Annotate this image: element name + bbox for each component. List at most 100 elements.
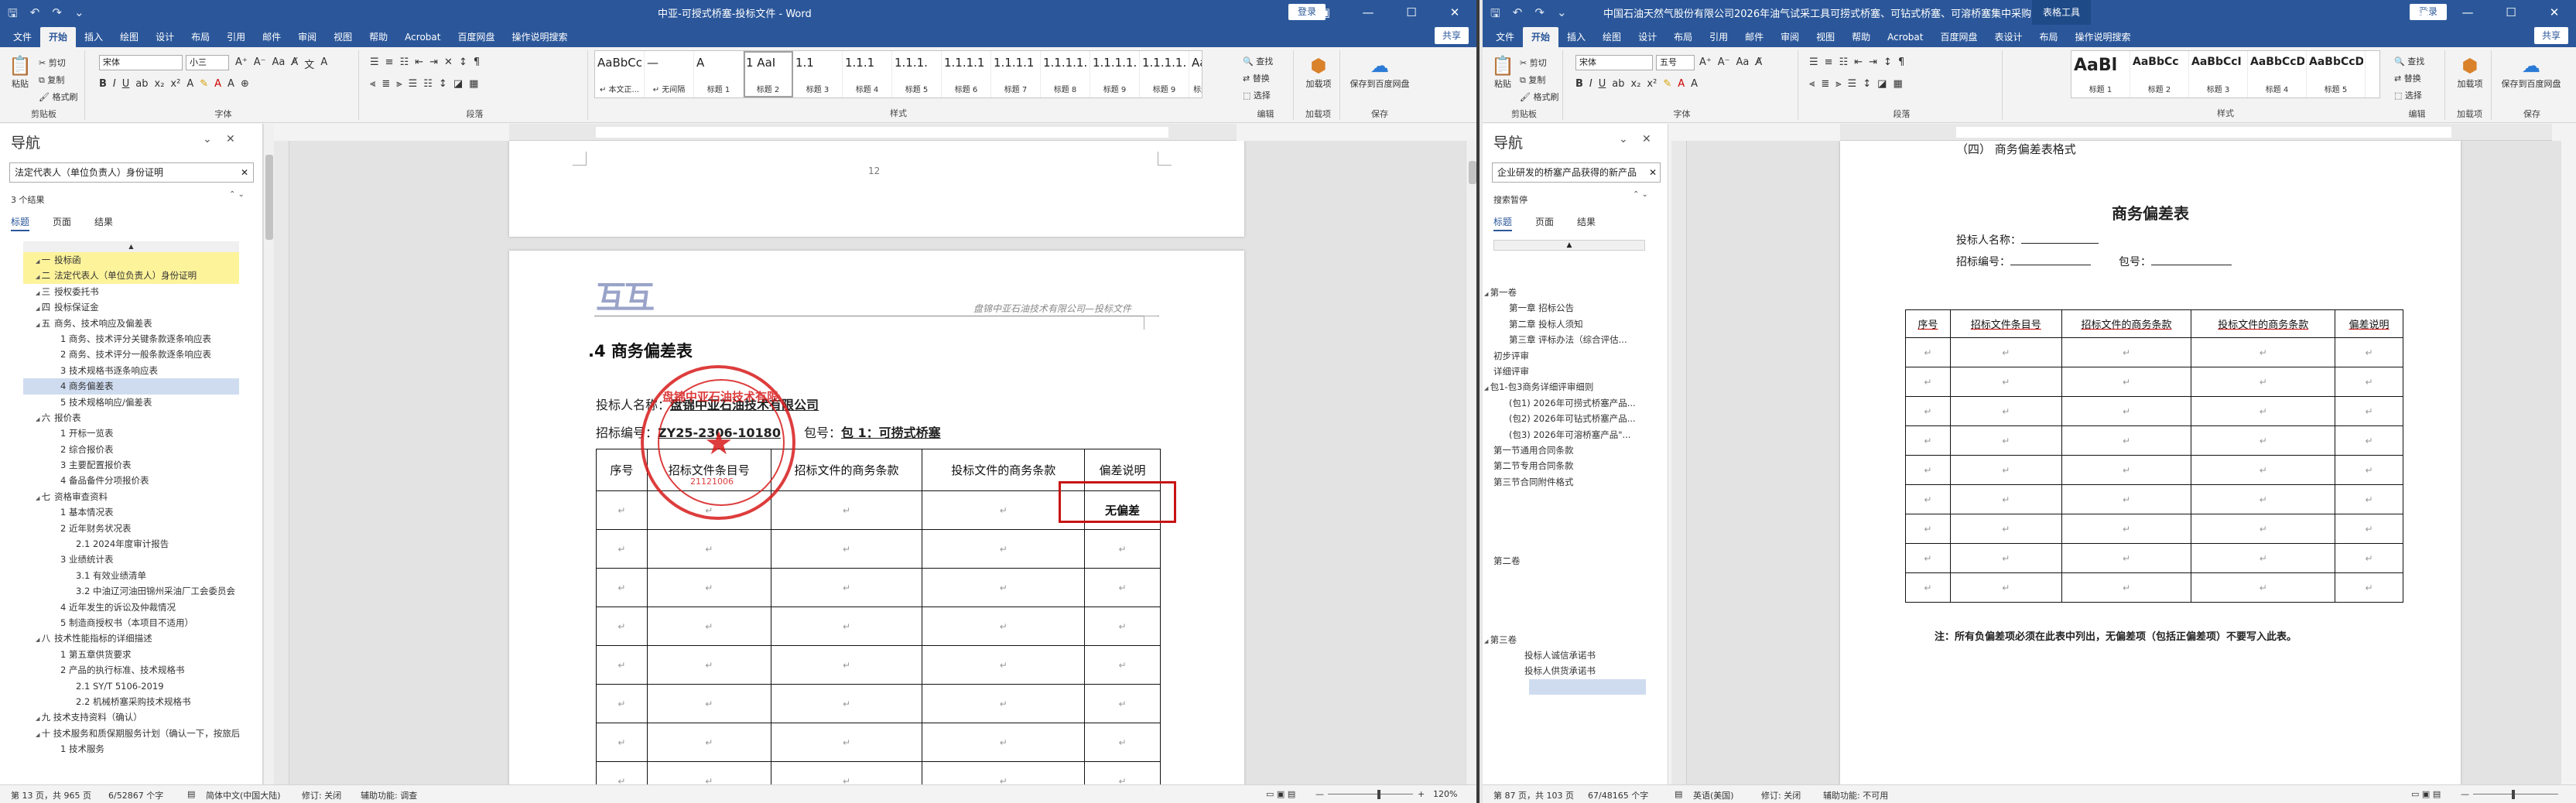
align-left-icon[interactable]: ⫷ [1809, 78, 1815, 90]
tab-12[interactable]: 百度网盘 [449, 27, 503, 47]
clear-format-icon[interactable]: A̸ [1755, 56, 1762, 68]
font-color-icon[interactable]: A [1678, 78, 1685, 90]
table-cell[interactable]: ↵ [2061, 514, 2192, 544]
format-painter-button[interactable]: 🖌 格式刷 [1520, 91, 1558, 103]
table-cell[interactable]: ↵ [922, 529, 1086, 569]
nav-item[interactable]: 2 综合报价表 [23, 442, 239, 457]
zoom-in-icon[interactable]: + [1418, 789, 1425, 799]
shrink-font-icon[interactable]: A⁻ [254, 56, 266, 71]
table-cell[interactable]: ↵ [2061, 367, 2192, 397]
border-icon[interactable]: ▦ [1893, 78, 1902, 90]
nav-item[interactable]: ◢ 第一卷 [1483, 285, 1668, 300]
expand-arrow-icon[interactable]: ◢ [36, 416, 42, 422]
ribbon-display-icon[interactable]: ▣ [2403, 0, 2446, 25]
header-cell[interactable]: 序号 [596, 449, 648, 491]
copy-button[interactable]: ⧉ 复制 [1520, 73, 1545, 86]
style-1[interactable]: AaBbCc 标题 2 [2130, 51, 2189, 97]
fill-icon[interactable]: ◪ [453, 78, 463, 90]
tab-2[interactable]: 插入 [1558, 27, 1594, 47]
expand-arrow-icon[interactable]: ◢ [36, 274, 42, 280]
table-cell[interactable]: ↵ [770, 529, 923, 569]
font-size-box[interactable]: 五号 [1656, 55, 1695, 70]
multilevel-icon[interactable]: ☷ [400, 56, 409, 68]
cut-button[interactable]: ✂ 剪切 [1520, 56, 1547, 69]
table-cell[interactable]: ↵ [922, 761, 1086, 784]
table-cell[interactable]: ↵ [1084, 761, 1161, 784]
expand-arrow-icon[interactable]: ◢ [36, 322, 42, 328]
nav-tab-2[interactable]: 结果 [94, 215, 113, 231]
maximize-icon[interactable]: ☐ [1390, 0, 1433, 25]
table-cell[interactable]: ↵ [770, 607, 923, 646]
table-cell[interactable]: ↵ [770, 568, 923, 607]
save-icon[interactable]: 🖫 [1490, 5, 1500, 25]
table-cell[interactable]: ↵ [2191, 514, 2336, 544]
sort-icon[interactable]: ↕ [1883, 56, 1892, 68]
align-left-icon[interactable]: ⫷ [370, 78, 375, 90]
change-case-icon[interactable]: Aa [1736, 56, 1750, 68]
save-baidu-button[interactable]: ☁ 保存到百度网盘 [1346, 55, 1413, 89]
nav-item[interactable] [1529, 678, 1646, 695]
nav-item[interactable] [1483, 521, 1668, 537]
customize-icon[interactable]: ⌄ [74, 5, 84, 25]
status-track[interactable]: 修订: 关闭 [302, 789, 341, 801]
nav-item[interactable]: 5 制造商授权书（本项目不适用） [23, 615, 239, 630]
nav-item[interactable]: 2 商务、技术评分一般条款逐条响应表 [23, 347, 239, 362]
numbering-icon[interactable]: ≡ [385, 56, 394, 68]
bold-icon[interactable]: B [99, 78, 107, 90]
multilevel-icon[interactable]: ☷ [1839, 56, 1849, 68]
table-cell[interactable]: ↵ [770, 684, 923, 723]
undo-icon[interactable]: ↶ [30, 5, 40, 25]
nav-item[interactable]: 投标人诚信承诺书 [1483, 648, 1668, 663]
style-0[interactable]: AaBbCcDd ↵ 本文正... [595, 51, 645, 97]
nav-item[interactable]: ◢ 六报价表 [23, 410, 239, 425]
superscript-icon[interactable]: x² [170, 78, 180, 90]
cut-button[interactable]: ✂ 剪切 [39, 56, 66, 69]
table-cell[interactable]: ↵ [2335, 514, 2403, 544]
web-layout-icon[interactable]: ▤ [2433, 789, 2441, 799]
nav-tab-1[interactable]: 页面 [1535, 215, 1554, 231]
format-painter-button[interactable]: 🖌 格式刷 [39, 91, 77, 103]
underline-icon[interactable]: U [122, 78, 130, 90]
shading-icon[interactable]: A [227, 78, 234, 90]
table-cell[interactable]: ↵ [2191, 337, 2336, 367]
underline-icon[interactable]: U [1599, 78, 1606, 90]
table-cell[interactable]: ↵ [2335, 396, 2403, 426]
copy-button[interactable]: ⧉ 复制 [39, 73, 64, 86]
tab-4[interactable]: 设计 [147, 27, 183, 47]
nav-item[interactable]: ◢ 一投标函 [23, 252, 239, 268]
table-cell[interactable]: ↵ [646, 761, 771, 784]
increase-indent-icon[interactable]: ⇥ [429, 56, 438, 68]
find-button[interactable]: 🔍 查找 [2394, 55, 2424, 67]
table-cell[interactable]: ↵ [596, 607, 648, 646]
nav-item[interactable] [1483, 600, 1668, 616]
addins-button[interactable]: ⬢ 加载项 [1302, 55, 1336, 89]
italic-icon[interactable]: I [1589, 78, 1592, 90]
align-right-icon[interactable]: ⫸ [1835, 78, 1841, 90]
expand-arrow-icon[interactable]: ◢ [1484, 291, 1490, 297]
expand-arrow-icon[interactable]: ◢ [36, 732, 42, 738]
table-cell[interactable]: ↵ [2191, 543, 2336, 573]
zoom-thumb[interactable] [2512, 790, 2515, 799]
nav-item[interactable]: 第二卷 [1483, 553, 1668, 569]
paste-button[interactable]: 📋 粘贴 [6, 55, 34, 89]
ribbon-display-icon[interactable]: ▣ [1303, 0, 1346, 25]
shading-icon[interactable]: A [1691, 78, 1698, 90]
nav-item[interactable]: ◢ 四投标保证金 [23, 299, 239, 315]
tab-6[interactable]: 引用 [1701, 27, 1736, 47]
line-spacing-icon[interactable]: ↕ [1863, 78, 1871, 90]
table-cell[interactable]: ↵ [2061, 484, 2192, 514]
nav-search-input[interactable]: 法定代表人（单位负责人）身份证明 ✕ [9, 162, 254, 183]
read-mode-icon[interactable]: ▭ [1266, 789, 1274, 799]
expand-arrow-icon[interactable]: ◢ [1484, 638, 1490, 644]
nav-item[interactable]: 1 商务、技术评分关键条款逐条响应表 [23, 331, 239, 347]
bullets-icon[interactable]: ☰ [1809, 56, 1818, 68]
nav-item[interactable]: 投标人供货承诺书 [1483, 663, 1668, 678]
replace-button[interactable]: ⇄ 替换 [2394, 72, 2421, 84]
close-icon[interactable]: ✕ [1433, 0, 1476, 25]
table-cell[interactable]: ↵ [1905, 484, 1951, 514]
nav-item[interactable]: (包1) 2026年可捞式桥塞产品... [1483, 395, 1668, 411]
status-language[interactable]: 英语(美国) [1693, 789, 1734, 801]
nav-collapse-bar[interactable]: ▲ [1493, 240, 1645, 251]
nav-item[interactable]: ◢ 第三卷 [1483, 632, 1668, 648]
nav-item[interactable]: 2 近年财务状况表 [23, 521, 239, 536]
